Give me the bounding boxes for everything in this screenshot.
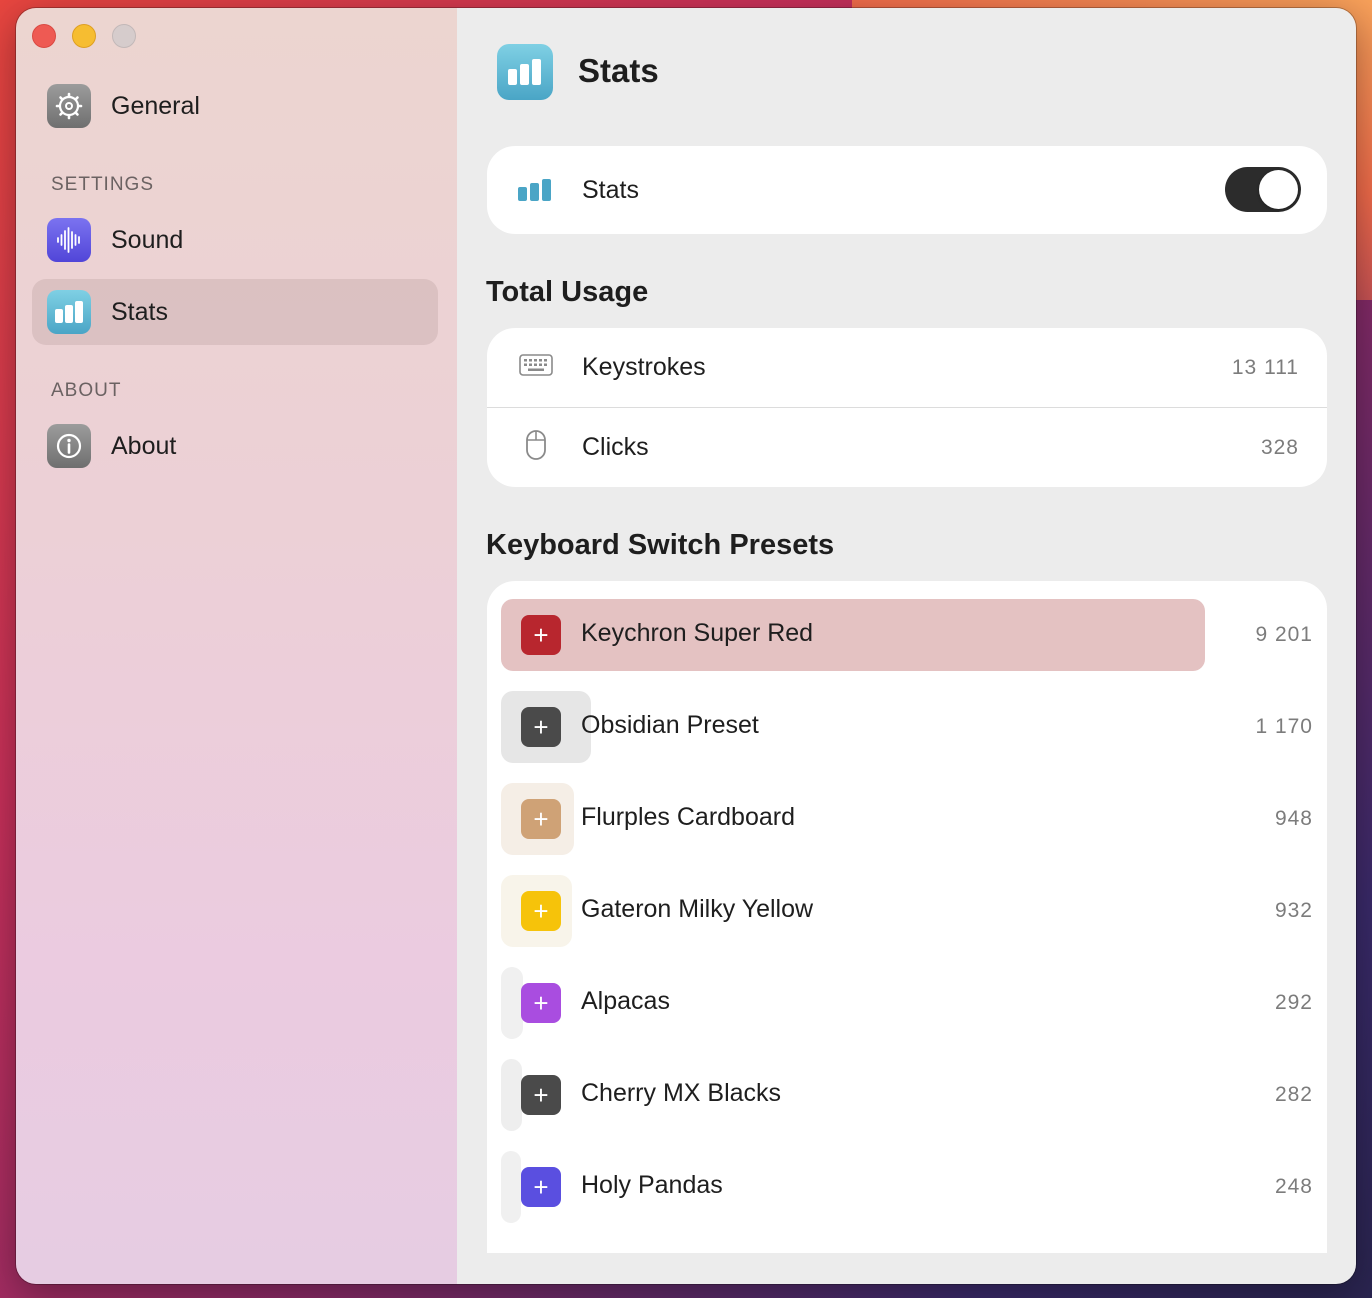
stats-toggle-row: Stats [487, 146, 1327, 234]
sidebar-item-sound[interactable]: Sound [32, 207, 438, 273]
preset-count: 292 [1274, 991, 1313, 1014]
preset-name: Cherry MX Blacks [581, 1079, 782, 1107]
preset-count: 948 [1274, 807, 1313, 830]
window-controls [32, 24, 136, 48]
preset-count: 282 [1274, 1083, 1313, 1106]
preset-row-flurples-cardboard[interactable]: + Flurples Cardboard 948 [501, 783, 1313, 855]
preset-row-cherry-mx-blacks[interactable]: + Cherry MX Blacks 282 [501, 1059, 1313, 1131]
sidebar-item-label: General [111, 91, 200, 120]
sidebar-section-settings: SETTINGS [51, 174, 155, 195]
bar-chart-icon [517, 178, 553, 207]
preset-name: Gateron Milky Yellow [581, 895, 814, 923]
stats-toggle-switch[interactable] [1225, 167, 1301, 212]
plus-icon: + [521, 891, 561, 931]
usage-bar [501, 967, 523, 1039]
preset-count: 9 201 [1255, 623, 1313, 646]
plus-icon: + [521, 983, 561, 1023]
preset-row-alpacas[interactable]: + Alpacas 292 [501, 967, 1313, 1039]
sidebar-item-about[interactable]: About [32, 413, 438, 479]
sidebar-item-general[interactable]: General [32, 73, 438, 139]
preset-row-obsidian-preset[interactable]: + Obsidian Preset 1 170 [501, 691, 1313, 763]
presets-title: Keyboard Switch Presets [486, 529, 835, 561]
usage-row-clicks: Clicks 328 [487, 408, 1327, 487]
sidebar-item-label: Stats [111, 297, 168, 326]
bar-chart-icon [47, 290, 91, 334]
preset-count: 932 [1274, 899, 1313, 922]
minimize-button[interactable] [72, 24, 96, 48]
total-usage-title: Total Usage [486, 276, 649, 308]
clicks-label: Clicks [582, 433, 649, 461]
gear-icon [47, 84, 91, 128]
stats-toggle-label: Stats [582, 175, 639, 204]
close-button[interactable] [32, 24, 56, 48]
usage-row-keystrokes: Keystrokes 13 111 [487, 328, 1327, 407]
total-usage-card: Keystrokes 13 111 Clicks 328 [487, 328, 1327, 487]
preset-name: Keychron Super Red [581, 619, 814, 647]
clicks-value: 328 [1260, 435, 1299, 459]
preset-row-holy-pandas[interactable]: + Holy Pandas 248 [501, 1151, 1313, 1223]
plus-icon: + [521, 799, 561, 839]
plus-icon: + [521, 1075, 561, 1115]
usage-bar [501, 1059, 522, 1131]
sidebar-item-label: About [111, 431, 177, 460]
main-content: Stats Stats Total Usage Keystrokes 13 11… [457, 8, 1356, 1284]
zoom-button[interactable] [112, 24, 136, 48]
sidebar-section-about: ABOUT [51, 380, 122, 401]
plus-icon: + [521, 707, 561, 747]
page-title: Stats [578, 52, 659, 89]
preset-name: Flurples Cardboard [581, 803, 795, 831]
plus-icon: + [521, 615, 561, 655]
sidebar-item-label: Sound [111, 225, 184, 254]
waveform-icon [47, 218, 91, 262]
preset-name: Alpacas [581, 987, 670, 1015]
sidebar-item-stats[interactable]: Stats [32, 279, 438, 345]
preset-count: 1 170 [1255, 715, 1313, 738]
settings-window: General SETTINGS Sound Stats ABOUT About… [16, 8, 1356, 1284]
mouse-icon [525, 429, 547, 466]
plus-icon: + [521, 1167, 561, 1207]
keyboard-icon [519, 354, 553, 381]
info-icon [47, 424, 91, 468]
preset-name: Holy Pandas [581, 1171, 723, 1199]
presets-list: + Keychron Super Red 9 201 + Obsidian Pr… [487, 581, 1327, 1253]
stats-app-icon [497, 44, 553, 100]
keystrokes-label: Keystrokes [582, 353, 706, 381]
preset-name: Obsidian Preset [581, 711, 759, 739]
toggle-knob [1259, 170, 1298, 209]
preset-row-keychron-super-red[interactable]: + Keychron Super Red 9 201 [501, 599, 1313, 671]
usage-bar [501, 1151, 521, 1223]
preset-count: 248 [1274, 1175, 1313, 1198]
keystrokes-value: 13 111 [1231, 355, 1299, 379]
preset-row-gateron-milky-yellow[interactable]: + Gateron Milky Yellow 932 [501, 875, 1313, 947]
sidebar: General SETTINGS Sound Stats ABOUT About [16, 8, 457, 1284]
